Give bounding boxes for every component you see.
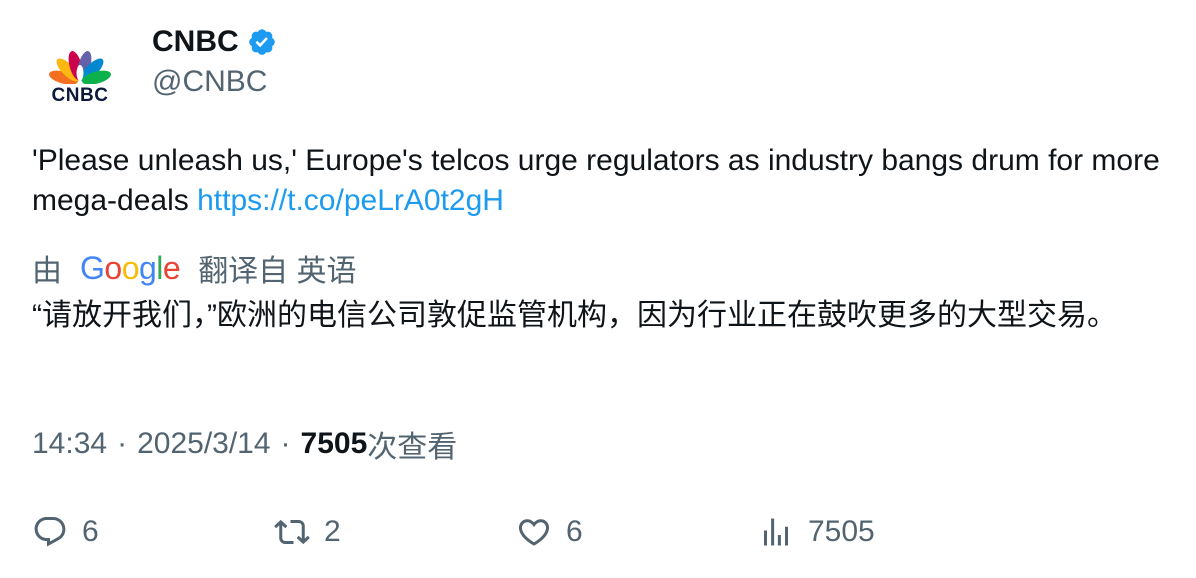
heart-icon (518, 519, 550, 546)
reply-button[interactable]: 6 (32, 508, 99, 556)
reply-icon (34, 517, 66, 547)
views-count: 7505 (300, 427, 368, 460)
avatar[interactable]: CNBC (34, 30, 126, 122)
google-logo: Google (80, 250, 181, 286)
reply-count: 6 (82, 515, 99, 548)
views-button[interactable]: 7505 (758, 508, 875, 556)
repost-count: 2 (324, 515, 341, 548)
tweet-date[interactable]: 2025/3/14 (137, 427, 270, 461)
author-display-name[interactable]: CNBC (152, 27, 239, 57)
meta-separator: · (280, 427, 291, 460)
author-handle[interactable]: @CNBC (152, 64, 267, 100)
meta-separator: · (117, 427, 128, 460)
tweet-meta: 14:34 · 2025/3/14 · 7505 次查看 (32, 424, 457, 464)
translation-prefix: 由 (32, 255, 62, 288)
repost-icon (274, 519, 310, 545)
tweet-card: CNBC CNBC @CNBC 'Please unleash us,' Eur… (0, 0, 1196, 578)
like-count: 6 (566, 515, 583, 548)
tweet-text: 'Please unleash us,' Europe's telcos urg… (32, 141, 1172, 221)
avatar-wordmark: CNBC (51, 84, 109, 106)
author-name-row: CNBC (152, 22, 277, 62)
views-action-count: 7505 (808, 515, 875, 548)
peacock-icon (49, 50, 111, 84)
translation-attribution: 由 Google 翻译自 英语 (32, 246, 357, 290)
translation-suffix: 翻译自 英语 (198, 255, 357, 288)
analytics-icon (764, 518, 788, 546)
tweet-link[interactable]: https://t.co/peLrA0t2gH (197, 184, 504, 217)
like-button[interactable]: 6 (516, 508, 583, 556)
tweet-time[interactable]: 14:34 (32, 427, 107, 461)
verified-badge-icon (247, 27, 277, 57)
action-bar: 6 2 6 7505 (0, 508, 1196, 556)
views-label: 次查看 (367, 431, 458, 464)
repost-button[interactable]: 2 (274, 508, 341, 556)
translated-text: “请放开我们，”欧洲的电信公司敦促监管机构，因为行业正在鼓吹更多的大型交易。 (32, 299, 1117, 332)
